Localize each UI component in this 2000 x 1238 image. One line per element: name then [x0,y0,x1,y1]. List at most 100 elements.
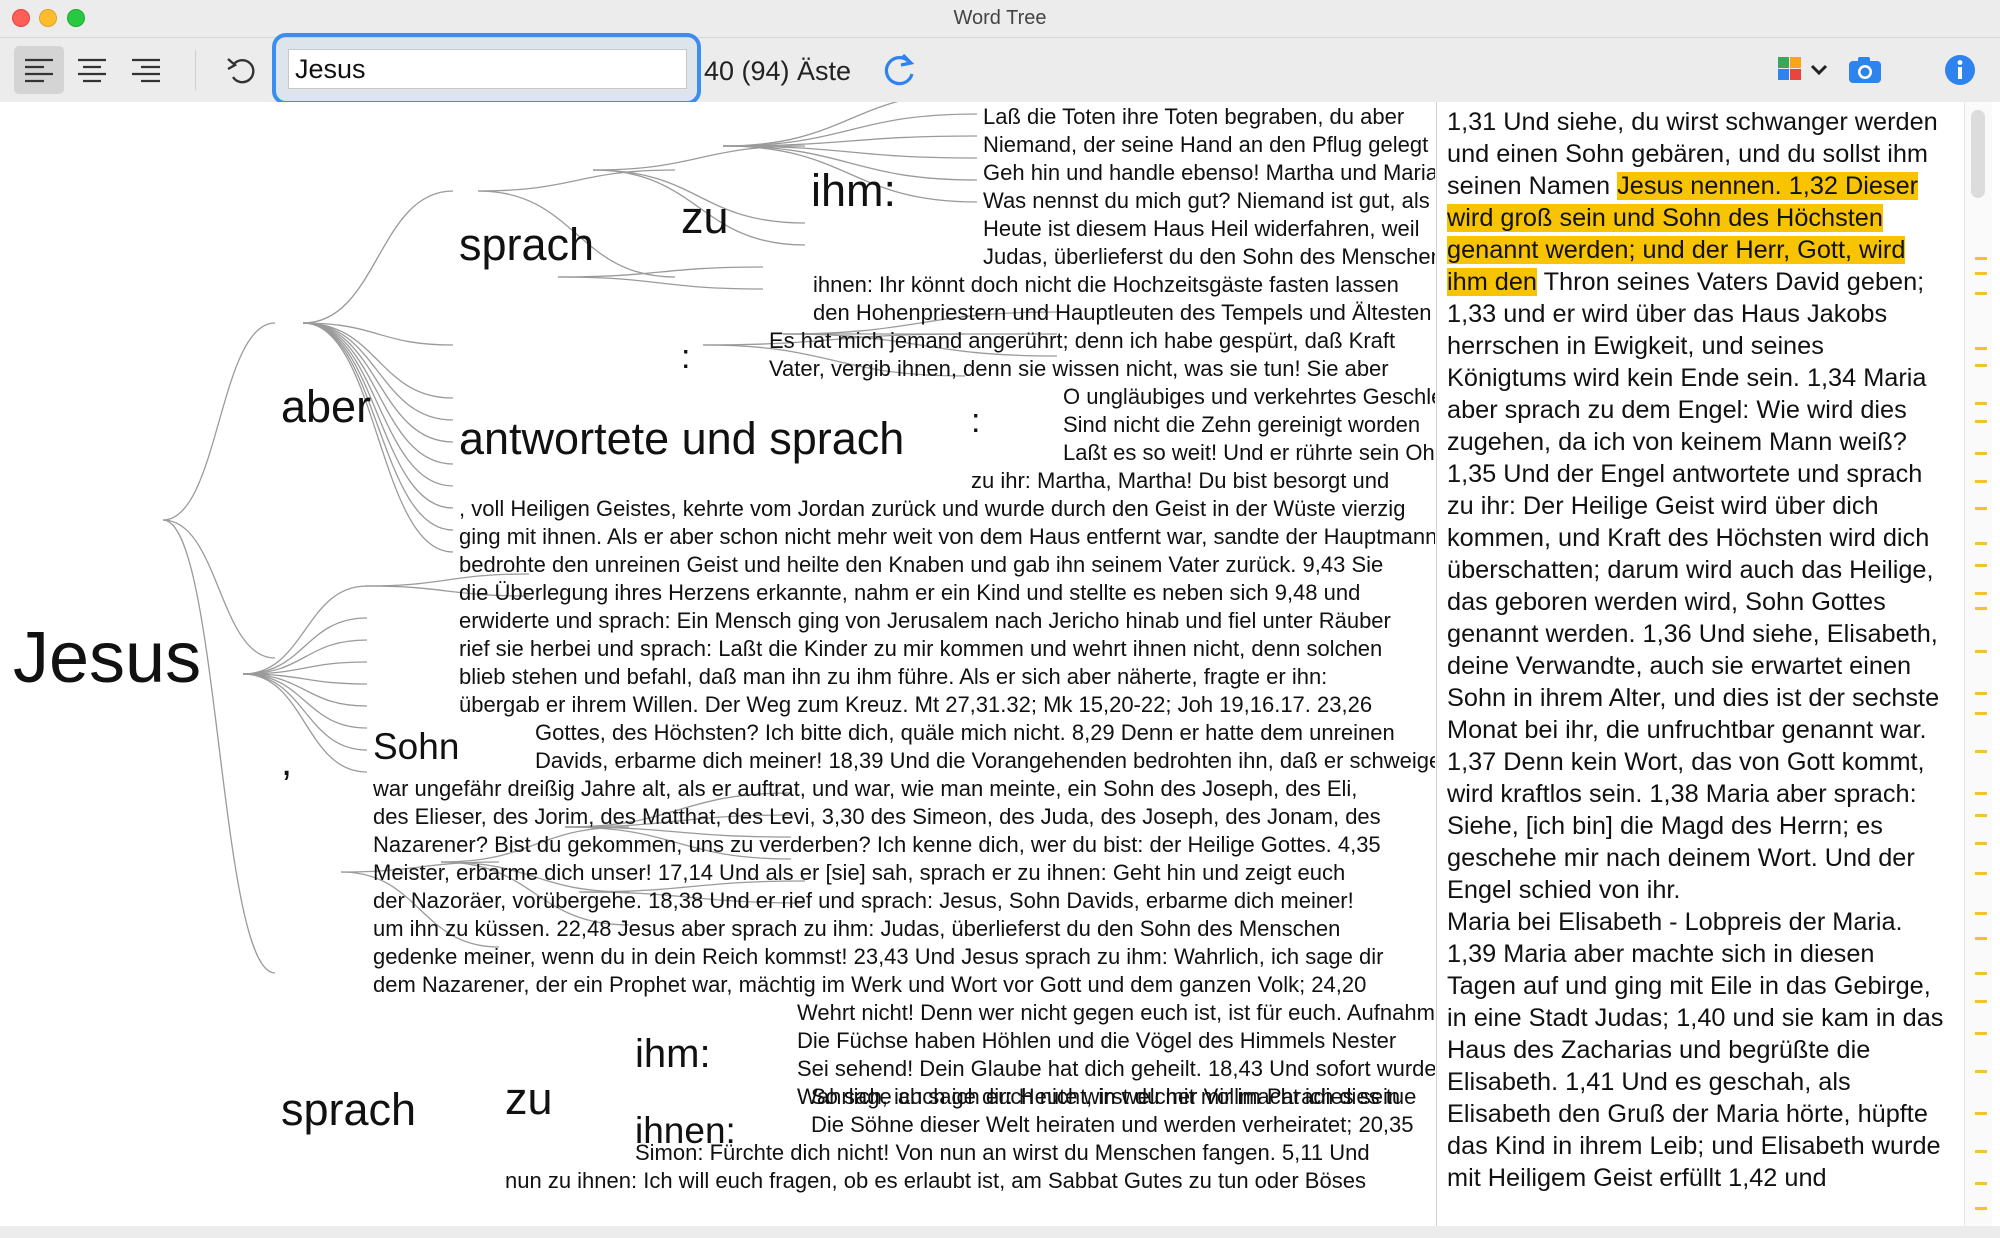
tree-leaf-line[interactable]: nun zu ihnen: Ich will euch fragen, ob e… [505,1170,1366,1192]
tree-node-colon[interactable]: : [681,340,690,374]
scrollbar-match-marker [1975,542,1987,545]
tree-node-sprach[interactable]: sprach [281,1087,416,1132]
puzzle-palette-icon [1778,57,1828,80]
search-input[interactable] [288,49,687,89]
tree-leaf-line[interactable]: Laßt es so weit! Und er rührte sein Ohr [1063,442,1435,464]
scrollbar-match-marker [1975,972,1987,975]
refresh-icon [884,53,915,86]
section-heading: Maria bei Elisabeth - Lobpreis der Maria… [1447,908,1903,936]
scrollbar-match-marker [1975,420,1987,423]
tree-leaf-line[interactable]: Sind nicht die Zehn gereinigt worden [1063,414,1420,436]
context-text-panel[interactable]: 1,31 Und siehe, du wirst schwanger werde… [1436,102,1964,1226]
tree-leaf-line[interactable]: den Hohenpriestern und Hauptleuten des T… [813,302,1431,324]
tree-leaf-line[interactable]: Wehrt nicht! Denn wer nicht gegen euch i… [797,1002,1435,1024]
scrollbar-match-marker [1975,607,1987,610]
tree-leaf-line[interactable]: Die Söhne dieser Welt heiraten und werde… [811,1114,1414,1136]
scrollbar-match-marker [1975,364,1987,367]
window-bottom-edge [0,1226,2000,1238]
tree-leaf-line[interactable]: dem Nazarener, der ein Prophet war, mäch… [373,974,1366,996]
tree-leaf-line[interactable]: blieb stehen und befahl, daß man ihn zu … [459,666,1327,688]
tree-node-antwortete-und-sprach[interactable]: antwortete und sprach [459,416,904,461]
search-field-focus-ring [272,33,701,105]
color-palette-menu[interactable] [1773,46,1837,94]
tree-leaf-line[interactable]: die Überlegung ihres Herzens erkannte, n… [459,582,1360,604]
tree-node-aber[interactable]: aber [281,384,371,429]
tree-leaf-line[interactable]: bedrohte den unreinen Geist und heilte d… [459,554,1383,576]
word-tree-canvas[interactable]: Jesus aber sprach zu ihm: : antwortete u… [13,102,1435,1226]
scrollbar-match-marker [1975,347,1987,350]
tree-leaf-line[interactable]: Heute ist diesem Haus Heil widerfahren, … [983,218,1420,240]
scrollbar-match-marker [1975,452,1987,455]
tree-leaf-line[interactable]: Judas, überlieferst du den Sohn des Mens… [983,246,1435,268]
tree-leaf-line[interactable]: O ungläubiges und verkehrtes Geschlecht [1063,386,1435,408]
tree-leaf-line[interactable]: gedenke meiner, wenn du in dein Reich ko… [373,946,1383,968]
tree-leaf-line[interactable]: übergab er ihrem Willen. Der Weg zum Kre… [459,694,1372,716]
align-right-icon [132,58,160,83]
window-title: Word Tree [953,7,1047,29]
align-center-button[interactable] [67,46,117,94]
scrollbar-thumb[interactable] [1971,110,1985,198]
scrollbar-match-marker [1975,402,1987,405]
scrollbar-match-marker [1975,712,1987,715]
tree-root-word[interactable]: Jesus [13,622,201,694]
info-button[interactable] [1935,46,1985,94]
tree-node-ihm[interactable]: ihm: [811,168,896,213]
tree-leaf-line[interactable]: rief sie herbei und sprach: Laßt die Kin… [459,638,1382,660]
camera-icon [1849,57,1881,83]
tree-leaf-line[interactable]: Die Füchse haben Höhlen und die Vögel de… [797,1030,1396,1052]
tree-leaf-line[interactable]: , voll Heiligen Geistes, kehrte vom Jord… [459,498,1405,520]
tree-leaf-line[interactable]: Was nennst du mich gut? Niemand ist gut,… [983,190,1430,212]
tree-leaf-line[interactable]: der Nazoräer, vorübergehe. 18,38 Und er … [373,890,1354,912]
scrollbar-match-marker [1975,1070,1987,1073]
tree-leaf-line[interactable]: Meister, erbarme dich unser! 17,14 Und a… [373,862,1345,884]
tree-node-zu[interactable]: zu [505,1076,553,1121]
context-text: 1,31 Und siehe, du wirst schwanger werde… [1447,106,1947,1194]
tree-leaf-line[interactable]: Es hat mich jemand angerührt; denn ich h… [769,330,1395,352]
scrollbar-match-marker [1975,257,1987,260]
undo-button[interactable] [217,46,267,94]
tree-leaf-line[interactable]: Vater, vergib ihnen, denn sie wissen nic… [769,358,1389,380]
scrollbar-match-marker [1975,937,1987,940]
tree-leaf-line[interactable]: um ihn zu küssen. 22,48 Jesus aber sprac… [373,918,1340,940]
scrollbar[interactable] [1964,102,1992,1226]
tree-leaf-line[interactable]: ging mit ihnen. Als er aber schon nicht … [459,526,1435,548]
scrollbar-match-marker [1975,1150,1987,1153]
tree-node-colon[interactable]: : [971,404,980,438]
tree-node-ihm[interactable]: ihm: [635,1034,711,1074]
tree-connector [242,673,368,729]
scrollbar-match-marker [1975,1000,1987,1003]
tree-leaf-line[interactable]: des Elieser, des Jorim, des Matthat, des… [373,806,1381,828]
tree-leaf-line[interactable]: ihnen: Ihr könnt doch nicht die Hochzeit… [813,274,1399,296]
scrollbar-match-marker [1975,814,1987,817]
tree-node-sohn[interactable]: Sohn [373,728,459,765]
scrollbar-match-marker [1975,564,1987,567]
tree-leaf-line[interactable]: zu ihr: Martha, Martha! Du bist besorgt … [971,470,1389,492]
tree-node-zu[interactable]: zu [681,195,729,240]
tree-node-sprach[interactable]: sprach [459,222,594,267]
branch-count-label: 40 (94) Äste [704,56,852,86]
context-text-continued: 1,39 Maria aber machte sich in diesen Ta… [1447,940,1944,1192]
screenshot-button[interactable] [1840,46,1890,94]
tree-connector [242,639,368,675]
tree-leaf-line[interactable]: Laß die Toten ihre Toten begraben, du ab… [983,106,1404,128]
tree-leaf-line[interactable]: erwiderte und sprach: Ein Mensch ging vo… [459,610,1391,632]
tree-leaf-line[interactable]: Simon: Fürchte dich nicht! Von nun an wi… [635,1142,1370,1164]
tree-node-comma[interactable]: , [281,742,292,782]
scrollbar-match-marker [1975,1207,1987,1210]
align-left-button[interactable] [14,46,64,94]
tree-leaf-line[interactable]: Gottes, des Höchsten? Ich bitte dich, qu… [535,722,1395,744]
tree-connector [557,276,764,290]
tree-leaf-line[interactable]: Davids, erbarme dich meiner! 18,39 Und d… [535,750,1435,772]
scrollbar-match-marker [1975,292,1987,295]
refresh-button[interactable] [874,46,924,94]
align-right-button[interactable] [121,46,171,94]
tree-connector [302,190,454,324]
tree-leaf-line[interactable]: Sei sehend! Dein Glaube hat dich geheilt… [797,1058,1435,1080]
tree-leaf-line[interactable]: Nazarener? Bist du gekommen, uns zu verd… [373,834,1381,856]
tree-leaf-line[interactable]: Niemand, der seine Hand an den Pflug gel… [983,134,1428,156]
tree-leaf-line[interactable]: war ungefähr dreißig Jahre alt, als er a… [373,778,1357,800]
tree-leaf-line[interactable]: So sage auch ich euch nicht, in welcher … [811,1086,1416,1108]
tree-leaf-line[interactable]: Geh hin und handle ebenso! Martha und Ma… [983,162,1435,184]
scrollbar-match-marker [1975,1182,1987,1185]
scrollbar-match-marker [1975,272,1987,275]
